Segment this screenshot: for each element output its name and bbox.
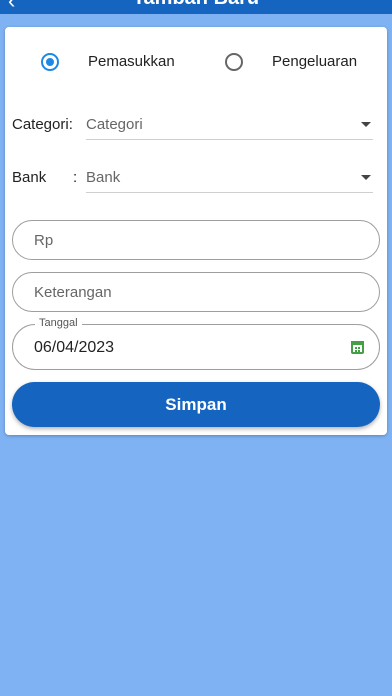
date-label: Tanggal xyxy=(35,317,82,329)
form-card: Pemasukkan Pengeluaran Categori: Categor… xyxy=(5,27,387,435)
dropdown-arrow-icon xyxy=(361,175,371,180)
dropdown-arrow-icon xyxy=(361,122,371,127)
radio-pemasukkan-label[interactable]: Pemasukkan xyxy=(88,53,175,70)
save-button[interactable]: Simpan xyxy=(12,382,380,427)
category-label: Categori: xyxy=(12,116,73,133)
category-dropdown[interactable]: Categori xyxy=(86,110,373,140)
bank-dropdown[interactable]: Bank xyxy=(86,163,373,193)
page-title: Tambah Baru xyxy=(0,0,392,10)
app-bar: ‹ Tambah Baru xyxy=(0,0,392,14)
amount-input[interactable]: Rp xyxy=(12,220,380,260)
radio-pengeluaran-label[interactable]: Pengeluaran xyxy=(272,53,357,70)
bank-row: Bank : Bank xyxy=(5,163,387,193)
category-placeholder: Categori xyxy=(86,116,143,133)
note-input[interactable]: Keterangan xyxy=(12,272,380,312)
bank-colon: : xyxy=(73,169,78,186)
radio-pemasukkan[interactable] xyxy=(41,53,59,71)
date-field[interactable]: Tanggal 06/04/2023 xyxy=(12,317,380,370)
radio-pengeluaran[interactable] xyxy=(225,53,243,71)
category-row: Categori: Categori xyxy=(5,110,387,140)
calendar-icon[interactable] xyxy=(351,341,364,354)
date-value: 06/04/2023 xyxy=(34,339,115,356)
bank-placeholder: Bank xyxy=(86,169,121,186)
bank-label: Bank xyxy=(12,169,47,186)
amount-placeholder: Rp xyxy=(34,232,54,249)
transaction-type-group: Pemasukkan Pengeluaran xyxy=(5,51,387,73)
note-placeholder: Keterangan xyxy=(34,284,112,301)
